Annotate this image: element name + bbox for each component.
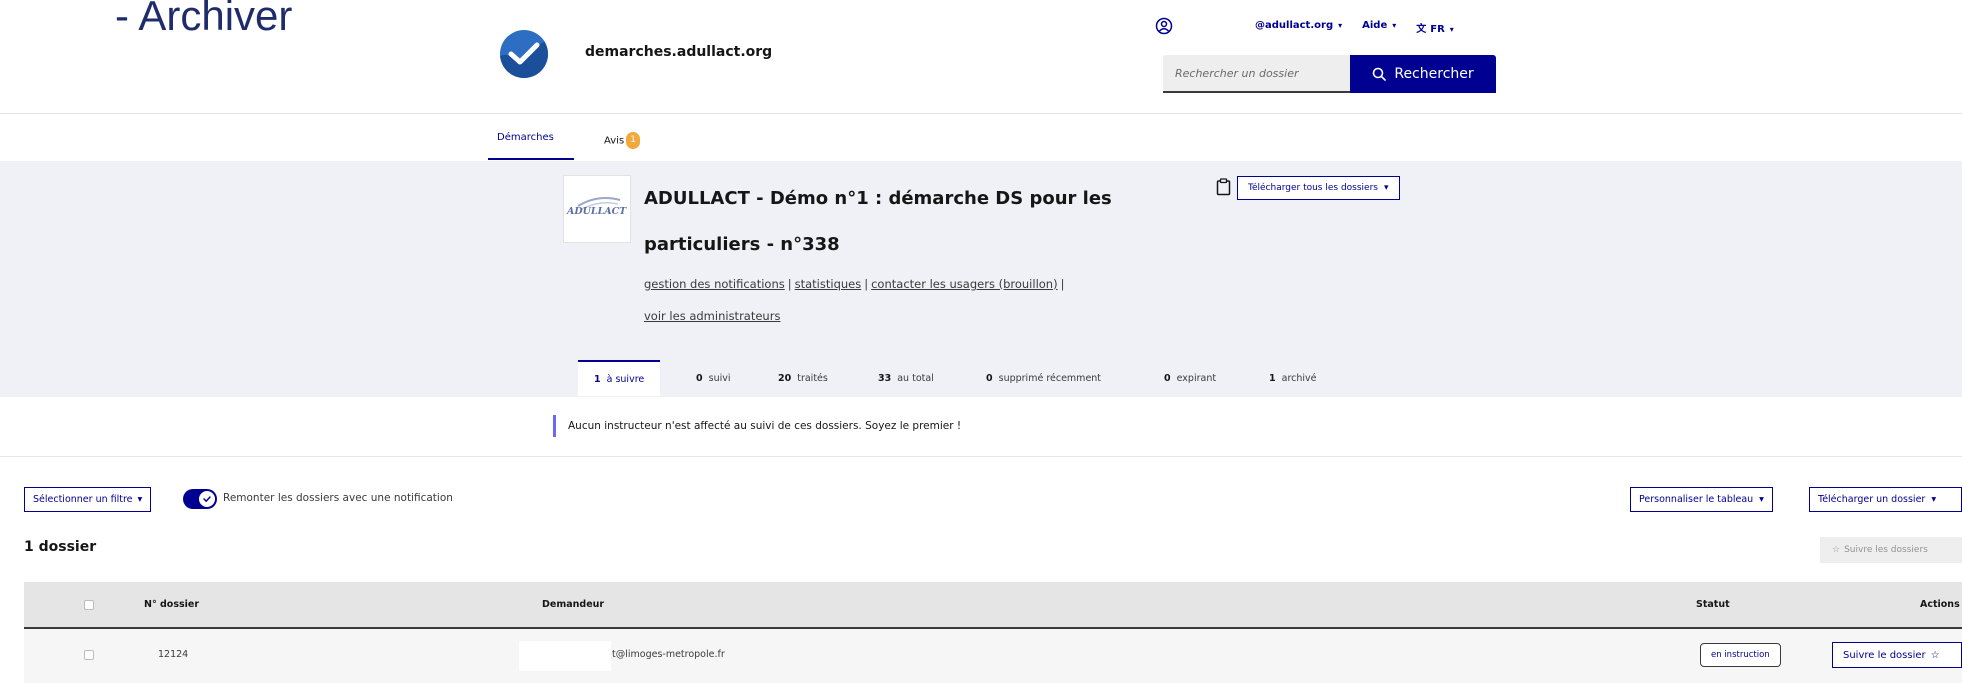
column-header-actions: Actions [1920, 599, 1960, 610]
chevron-down-icon: ▾ [1759, 494, 1764, 505]
folder-number[interactable]: 12124 [158, 649, 188, 660]
chevron-down-icon: ▾ [1392, 21, 1397, 30]
tab-label: Démarches [497, 132, 554, 143]
procedure-logo: ADULLACT [563, 175, 631, 243]
top-menu: @adullact.org ▾ Aide ▾ 文 FR ▾ [1255, 20, 1454, 35]
toggle-knob [199, 491, 215, 507]
tab-label: archivé [1281, 372, 1317, 384]
tab-label: Avis [604, 135, 625, 147]
tab-au-total[interactable]: 33 au total [862, 360, 950, 396]
header-separator [0, 113, 1962, 114]
follow-all-button[interactable]: ☆ Suivre les dossiers [1820, 537, 1962, 563]
download-folder-button[interactable]: Télécharger un dossier ▾ [1809, 487, 1962, 512]
tab-label: traités [797, 372, 828, 384]
search-button[interactable]: Rechercher [1350, 55, 1496, 93]
customize-table-button[interactable]: Personnaliser le tableau ▾ [1630, 487, 1773, 512]
account-menu-label: @adullact.org [1255, 20, 1334, 31]
user-account-icon[interactable] [1155, 17, 1173, 35]
column-header-applicant[interactable]: Demandeur [542, 599, 604, 610]
procedure-logo-text: ADULLACT [567, 206, 627, 217]
tab-count: 1 [1269, 372, 1276, 384]
toggle-label: Remonter les dossiers avec une notificat… [223, 492, 453, 504]
select-all-checkbox[interactable] [84, 600, 94, 610]
tab-label: suivi [708, 372, 731, 384]
tab-label: supprimé récemment [998, 372, 1102, 384]
search-input[interactable] [1163, 55, 1350, 93]
tab-archive[interactable]: 1 archivé [1253, 360, 1333, 396]
filter-button-label: Sélectionner un filtre [33, 494, 133, 505]
tab-avis[interactable]: Avis 1 [604, 132, 641, 149]
link-notifications[interactable]: gestion des notifications [644, 277, 785, 291]
clipboard-icon [1216, 178, 1231, 196]
tab-label: au total [897, 372, 934, 384]
chevron-down-icon: ▾ [1449, 25, 1454, 34]
tab-supprime-recemment[interactable]: 0 supprimé récemment [970, 360, 1117, 396]
row-checkbox[interactable] [84, 650, 94, 660]
column-header-number[interactable]: N° dossier [144, 599, 199, 610]
notice-separator [0, 456, 1962, 457]
chevron-down-icon: ▾ [1338, 21, 1343, 30]
notification-toggle[interactable] [183, 489, 217, 509]
link-separator: | [864, 277, 869, 291]
tab-a-suivre[interactable]: 1 à suivre [578, 360, 661, 396]
filter-select-button[interactable]: Sélectionner un filtre ▾ [24, 487, 152, 512]
procedure-title: ADULLACT - Démo n°1 : démarche DS pour l… [644, 188, 1112, 255]
column-header-status[interactable]: Statut [1696, 599, 1730, 610]
tab-demarches[interactable]: Démarches [497, 132, 554, 143]
tab-count: 0 [696, 372, 703, 384]
tab-count: 1 [594, 373, 601, 385]
site-logo[interactable] [500, 30, 548, 78]
site-name[interactable]: demarches.adullact.org [585, 44, 772, 60]
star-icon: ☆ [1832, 545, 1841, 555]
applicant-email[interactable]: t@limoges-metropole.fr [612, 649, 725, 660]
table-row[interactable]: 12124 t@limoges-metropole.fr [24, 629, 1962, 683]
star-icon: ☆ [1930, 649, 1940, 661]
slide-title: - Archiver [115, 0, 293, 39]
tab-expirant[interactable]: 0 expirant [1148, 360, 1232, 396]
status-badge: en instruction [1700, 643, 1781, 667]
link-separator: | [787, 277, 792, 291]
active-tab-indicator [488, 158, 574, 160]
search-icon [1373, 67, 1387, 81]
link-contact-users[interactable]: contacter les usagers (brouillon) [871, 277, 1057, 291]
language-menu[interactable]: 文 FR ▾ [1416, 20, 1454, 35]
tab-label: expirant [1176, 372, 1217, 384]
tab-count: 0 [986, 372, 993, 384]
tab-count: 33 [878, 372, 892, 384]
follow-all-label: Suivre les dossiers [1844, 545, 1928, 555]
download-all-label: Télécharger tous les dossiers [1248, 183, 1378, 193]
language-menu-label: FR [1430, 24, 1445, 35]
tab-traites[interactable]: 20 traités [762, 360, 844, 396]
tab-suivi[interactable]: 0 suivi [680, 360, 747, 396]
redacted-area [519, 641, 611, 671]
search-button-label: Rechercher [1394, 66, 1474, 82]
account-menu[interactable]: @adullact.org ▾ [1255, 20, 1342, 35]
help-menu[interactable]: Aide ▾ [1362, 20, 1396, 35]
chevron-down-icon: ▾ [1931, 494, 1937, 505]
download-button-label: Télécharger un dossier [1818, 494, 1926, 505]
check-icon [203, 496, 211, 503]
customize-button-label: Personnaliser le tableau [1639, 494, 1754, 505]
translate-icon: 文 [1416, 24, 1427, 35]
tab-label: à suivre [606, 373, 645, 385]
tab-count: 0 [1164, 372, 1171, 384]
link-statistics[interactable]: statistiques [795, 277, 862, 291]
tab-count: 20 [778, 372, 792, 384]
info-notice: Aucun instructeur n'est affecté au suivi… [553, 415, 961, 437]
link-separator: | [1060, 277, 1065, 291]
chevron-down-icon: ▾ [1383, 183, 1389, 193]
help-menu-label: Aide [1362, 20, 1388, 31]
checkmark-logo-icon [500, 40, 548, 78]
follow-folder-label: Suivre le dossier [1843, 649, 1926, 661]
folder-count: 1 dossier [24, 539, 97, 555]
follow-folder-button[interactable]: Suivre le dossier ☆ [1832, 642, 1962, 668]
procedure-links: gestion des notifications | statistiques | c… [644, 268, 1204, 332]
download-all-button[interactable]: Télécharger tous les dossiers ▾ [1237, 176, 1400, 200]
notification-badge: 1 [626, 132, 641, 149]
link-administrators[interactable]: voir les administrateurs [644, 309, 780, 323]
table-header: N° dossier Demandeur Statut Actions [24, 582, 1962, 629]
chevron-down-icon: ▾ [137, 494, 143, 505]
